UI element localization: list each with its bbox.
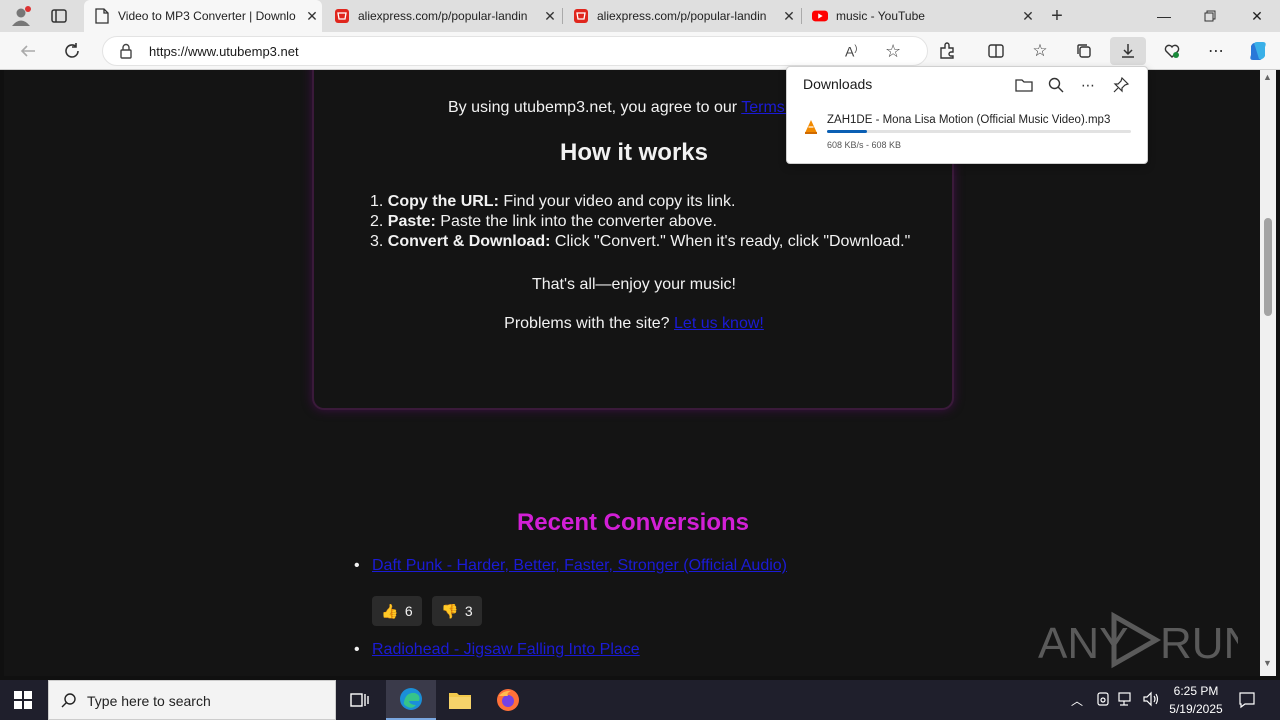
step-item: 3. Convert & Download: Click "Convert." … xyxy=(370,233,911,250)
problems-prefix: Problems with the site? xyxy=(504,315,670,332)
scroll-up-icon[interactable]: ▲ xyxy=(1263,72,1272,82)
problems-text: Problems with the site? Let us know! xyxy=(314,315,954,333)
settings-more-icon[interactable]: ⋯ xyxy=(1202,37,1230,65)
dislike-button[interactable]: 👎 3 xyxy=(432,596,482,626)
notifications-icon[interactable] xyxy=(1238,691,1256,714)
tab-strip: Video to MP3 Converter | Downlo ✕ aliexp… xyxy=(0,0,1280,32)
step-item: 1. Copy the URL: Find your video and cop… xyxy=(370,193,736,210)
more-options-icon[interactable]: ⋯ xyxy=(1077,75,1099,95)
page-scrollbar[interactable]: ▲ ▼ xyxy=(1260,70,1276,676)
extensions-icon[interactable] xyxy=(933,37,961,65)
recent-conversion-link[interactable]: Radiohead - Jigsaw Falling Into Place xyxy=(372,641,640,659)
tab-close-icon[interactable]: ✕ xyxy=(779,8,799,25)
minimize-icon[interactable]: — xyxy=(1141,0,1187,32)
tab-title: music - YouTube xyxy=(836,9,925,23)
download-progress-fill xyxy=(827,130,867,133)
recent-conversions-title: Recent Conversions xyxy=(516,509,750,536)
clock-date[interactable]: 5/19/2025 xyxy=(1164,702,1228,716)
firefox-icon[interactable] xyxy=(496,688,520,717)
tab-aliexpress-1[interactable]: aliexpress.com/p/popular-landin ✕ xyxy=(324,0,560,32)
task-view-icon[interactable] xyxy=(350,691,370,714)
network-icon[interactable] xyxy=(1118,691,1136,712)
taskbar: Type here to search ︿ 6:25 PM 5/19/2025 xyxy=(0,680,1280,720)
favorites-icon[interactable]: ☆ xyxy=(1026,37,1054,65)
like-button[interactable]: 👍 6 xyxy=(372,596,422,626)
page-icon xyxy=(94,8,110,24)
anyrun-watermark: ANY RUN xyxy=(1038,608,1255,672)
dislike-count: 3 xyxy=(464,603,473,619)
browser-toolbar: https://www.utubemp3.net A) ☆ ☆ ⋯ xyxy=(0,32,1280,70)
volume-icon[interactable] xyxy=(1142,691,1160,712)
tab-title: Video to MP3 Converter | Downlo xyxy=(118,9,296,23)
edge-taskbar-icon[interactable] xyxy=(386,680,436,720)
contact-link[interactable]: Let us know! xyxy=(674,315,764,332)
recent-bullet: • xyxy=(354,557,360,574)
aliexpress-icon xyxy=(573,8,589,24)
url-text[interactable]: https://www.utubemp3.net xyxy=(149,44,299,59)
tab-aliexpress-2[interactable]: aliexpress.com/p/popular-landin ✕ xyxy=(563,0,799,32)
browser-essentials-icon[interactable] xyxy=(1158,37,1186,65)
read-aloud-icon[interactable]: A) xyxy=(845,43,857,60)
step-item: 2. Paste: Paste the link into the conver… xyxy=(370,213,717,230)
search-placeholder: Type here to search xyxy=(87,693,211,709)
pin-icon[interactable] xyxy=(1110,75,1132,95)
thumbs-down-icon: 👎 xyxy=(441,602,459,619)
enjoy-text: That's all—enjoy your music! xyxy=(531,276,736,293)
tab-close-icon[interactable]: ✕ xyxy=(540,8,560,25)
steps-list: 1. Copy the URL: Find your video and cop… xyxy=(370,192,910,252)
youtube-icon xyxy=(812,8,828,24)
aliexpress-icon xyxy=(334,8,350,24)
windows-start-icon[interactable] xyxy=(14,691,32,714)
show-hidden-icons[interactable]: ︿ xyxy=(1071,692,1083,709)
profile-avatar-icon[interactable] xyxy=(10,5,32,27)
search-icon xyxy=(61,692,77,713)
refresh-icon[interactable] xyxy=(58,37,86,65)
svg-text:RUN: RUN xyxy=(1160,619,1238,668)
clock-time[interactable]: 6:25 PM xyxy=(1164,684,1228,698)
scroll-thumb[interactable] xyxy=(1264,218,1272,316)
tab-youtube[interactable]: music - YouTube ✕ xyxy=(802,0,1038,32)
download-progress-bar xyxy=(827,130,1131,133)
new-tab-icon[interactable]: + xyxy=(1046,6,1068,26)
lock-icon[interactable] xyxy=(119,43,133,64)
address-bar[interactable]: https://www.utubemp3.net A) ☆ xyxy=(102,36,928,66)
download-status: 608 KB/s - 608 KB xyxy=(827,140,902,150)
agree-text: By using utubemp3.net, you agree to our … xyxy=(448,99,803,117)
search-icon[interactable] xyxy=(1045,75,1067,95)
scroll-down-icon[interactable]: ▼ xyxy=(1263,658,1272,668)
device-icon[interactable] xyxy=(1095,691,1111,712)
open-folder-icon[interactable] xyxy=(1013,75,1035,95)
vlc-file-icon xyxy=(803,119,819,140)
copilot-icon[interactable] xyxy=(1244,37,1272,65)
tab-utubemp3[interactable]: Video to MP3 Converter | Downlo ✕ xyxy=(84,0,322,32)
downloads-icon[interactable] xyxy=(1110,37,1146,65)
favorite-star-icon[interactable]: ☆ xyxy=(885,41,901,62)
downloads-title: Downloads xyxy=(803,76,873,92)
download-filename[interactable]: ZAH1DE - Mona Lisa Motion (Official Musi… xyxy=(827,114,1110,126)
downloads-panel: Downloads ⋯ ZAH1DE - Mona Lisa Motion (O… xyxy=(786,66,1148,164)
recent-conversion-link[interactable]: Daft Punk - Harder, Better, Faster, Stro… xyxy=(372,557,787,575)
restore-icon[interactable] xyxy=(1187,0,1233,32)
collections-icon[interactable] xyxy=(1070,37,1098,65)
agree-prefix: By using utubemp3.net, you agree to our xyxy=(448,99,738,116)
taskbar-search-box[interactable]: Type here to search xyxy=(48,680,336,720)
back-icon[interactable] xyxy=(14,37,42,65)
tab-actions-icon[interactable] xyxy=(50,7,68,25)
like-count: 6 xyxy=(404,603,413,619)
tab-close-icon[interactable]: ✕ xyxy=(1018,8,1038,25)
close-window-icon[interactable]: ✕ xyxy=(1234,0,1280,32)
tab-close-icon[interactable]: ✕ xyxy=(302,8,322,25)
recent-bullet: • xyxy=(354,641,360,658)
split-screen-icon[interactable] xyxy=(982,37,1010,65)
tab-title: aliexpress.com/p/popular-landin xyxy=(597,9,767,23)
thumbs-up-icon: 👍 xyxy=(381,602,399,619)
file-explorer-icon[interactable] xyxy=(448,689,472,716)
tab-title: aliexpress.com/p/popular-landin xyxy=(358,9,528,23)
